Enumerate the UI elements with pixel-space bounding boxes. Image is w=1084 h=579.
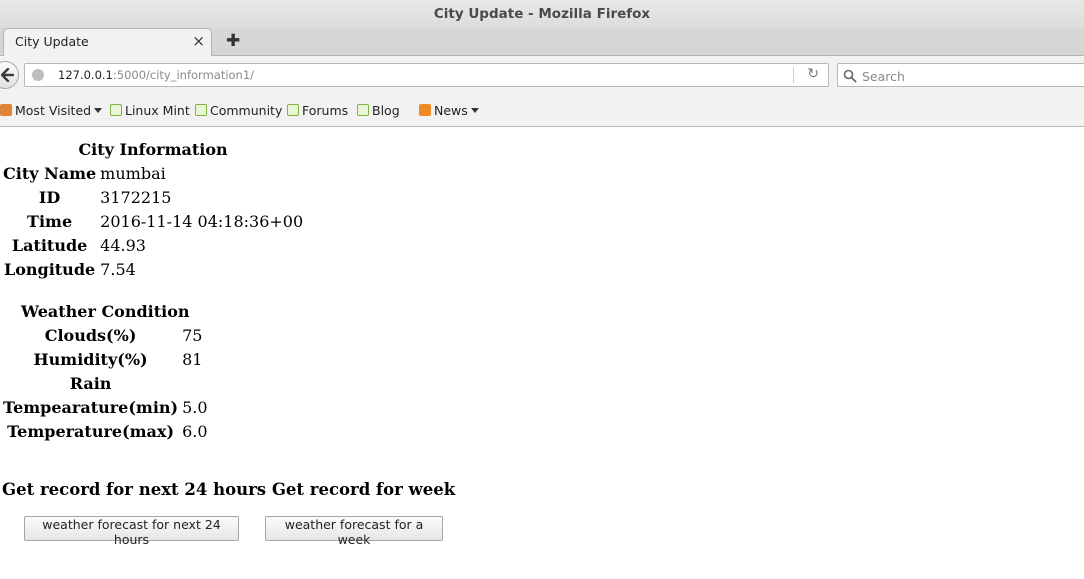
table-row: Rain	[2, 372, 209, 394]
rain-label: Rain	[69, 373, 112, 393]
latitude-value: 44.93	[100, 235, 146, 255]
back-button[interactable]	[0, 61, 19, 89]
bookmark-label: Most Visited	[15, 103, 92, 118]
bookmark-most-visited[interactable]: Most Visited	[0, 103, 103, 118]
search-bar[interactable]	[837, 63, 1084, 87]
time-label: Time	[27, 211, 73, 231]
humidity-value: 81	[182, 349, 203, 369]
chevron-down-icon	[470, 108, 479, 113]
back-arrow-icon	[1, 68, 14, 82]
page-content: City Information City Name mumbai ID 317…	[0, 128, 1084, 579]
site-identity-icon[interactable]	[32, 69, 44, 81]
bookmark-forums[interactable]: Forums	[287, 103, 348, 118]
mint-icon	[287, 104, 299, 116]
bookmark-blog[interactable]: Blog	[357, 103, 400, 118]
rss-icon	[419, 104, 431, 116]
tab-title: City Update	[15, 34, 89, 49]
new-tab-icon[interactable]: ✚	[226, 31, 240, 51]
record-heading: Get record for next 24 hours Get record …	[2, 480, 456, 499]
bookmark-label: News	[434, 103, 468, 118]
city-name-label: City Name	[3, 163, 97, 183]
folder-icon	[0, 104, 12, 116]
table-row: City Name mumbai	[2, 162, 304, 184]
weather-condition-table: Weather Condition Clouds(%) 75 Humidity(…	[0, 298, 211, 444]
bookmark-label: Community	[210, 103, 283, 118]
bookmark-community[interactable]: Community	[195, 103, 282, 118]
mint-icon	[195, 104, 207, 116]
bookmarks-toolbar: Most Visited Linux Mint Community Forums…	[0, 95, 1084, 127]
weather-condition-caption: Weather Condition	[21, 301, 190, 321]
clouds-value: 75	[182, 325, 203, 345]
city-information-table: City Information City Name mumbai ID 317…	[0, 136, 306, 282]
search-icon	[843, 68, 857, 87]
temperature-min-label: Tempearature(min)	[3, 397, 179, 417]
url-path: :5000/city_information1/	[112, 68, 255, 82]
close-tab-icon[interactable]: ×	[192, 32, 205, 50]
id-label: ID	[38, 187, 61, 207]
search-input[interactable]	[860, 66, 1084, 86]
tab-strip: City Update × ✚	[0, 28, 1084, 56]
table-row: Longitude 7.54	[2, 258, 304, 280]
humidity-label: Humidity(%)	[33, 349, 148, 369]
id-value: 3172215	[100, 187, 172, 207]
temperature-max-value: 6.0	[182, 421, 208, 441]
longitude-label: Longitude	[3, 259, 96, 279]
window-title: City Update - Mozilla Firefox	[0, 0, 1084, 28]
temperature-min-value: 5.0	[182, 397, 208, 417]
url-divider	[793, 67, 794, 83]
table-row: Temperature(max) 6.0	[2, 420, 209, 442]
bookmark-label: Blog	[372, 103, 400, 118]
temperature-max-label: Temperature(max)	[7, 421, 175, 441]
longitude-value: 7.54	[100, 259, 136, 279]
mint-icon	[110, 104, 122, 116]
tab-city-update[interactable]: City Update ×	[3, 28, 212, 56]
table-row: Tempearature(min) 5.0	[2, 396, 209, 418]
bookmark-label: Forums	[302, 103, 349, 118]
table-row: Time 2016-11-14 04:18:36+00	[2, 210, 304, 232]
url-text[interactable]: 127.0.0.1:5000/city_information1/	[58, 68, 254, 82]
url-host: 127.0.0.1	[58, 68, 113, 82]
rain-value	[181, 372, 208, 394]
chevron-down-icon	[94, 108, 103, 113]
forecast-24-hours-button[interactable]: weather forecast for next 24 hours	[24, 516, 239, 547]
bookmark-news[interactable]: News	[419, 103, 479, 118]
table-row: ID 3172215	[2, 186, 304, 208]
table-row: Clouds(%) 75	[2, 324, 209, 346]
bookmark-label: Linux Mint	[125, 103, 190, 118]
latitude-label: Latitude	[11, 235, 88, 255]
city-name-value: mumbai	[100, 163, 166, 183]
mint-icon	[357, 104, 369, 116]
city-information-caption: City Information	[78, 139, 228, 159]
navigation-bar: 127.0.0.1:5000/city_information1/ ↻	[0, 56, 1084, 95]
forecast-week-button[interactable]: weather forecast for a week	[265, 516, 443, 547]
table-row: Humidity(%) 81	[2, 348, 209, 370]
time-value: 2016-11-14 04:18:36+00	[100, 211, 304, 231]
bookmark-linux-mint[interactable]: Linux Mint	[110, 103, 190, 118]
url-bar[interactable]: 127.0.0.1:5000/city_information1/ ↻	[24, 63, 829, 87]
clouds-label: Clouds(%)	[44, 325, 137, 345]
table-row: Latitude 44.93	[2, 234, 304, 256]
reload-icon[interactable]: ↻	[807, 66, 819, 82]
